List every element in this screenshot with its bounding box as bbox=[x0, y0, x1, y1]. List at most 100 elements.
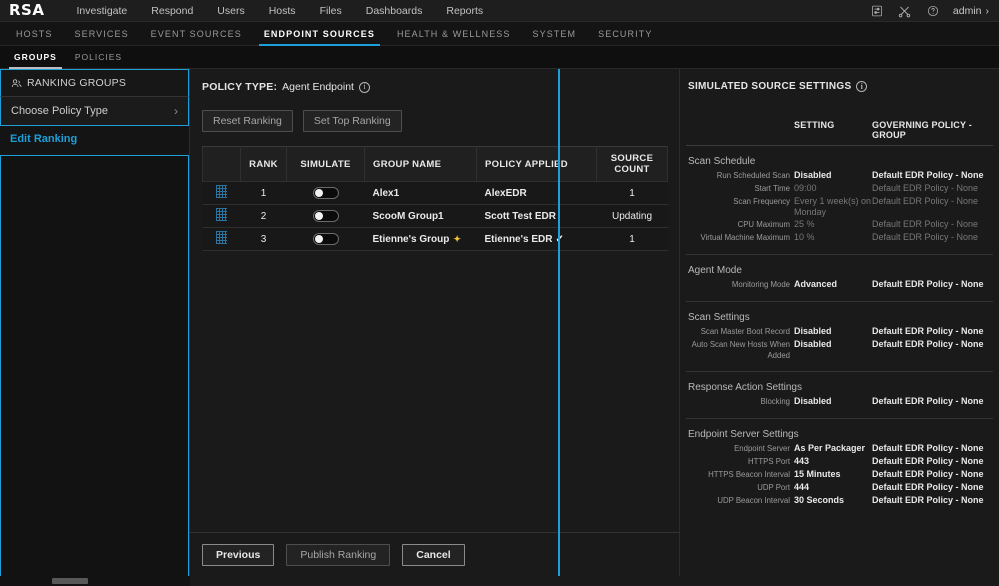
topnav-item-users[interactable]: Users bbox=[205, 0, 256, 22]
settings-row: Blocking Disabled Default EDR Policy - Non… bbox=[686, 396, 993, 408]
workspace: RANKING GROUPS Choose Policy Type › Edit… bbox=[0, 69, 999, 576]
info-icon[interactable]: i bbox=[856, 81, 868, 92]
rank-cell: 2 bbox=[240, 204, 287, 228]
topnav-item-investigate[interactable]: Investigate bbox=[64, 0, 139, 22]
subnav-item-event-sources[interactable]: EVENT SOURCES bbox=[140, 22, 253, 46]
cancel-button[interactable]: Cancel bbox=[402, 543, 465, 566]
tab-groups[interactable]: GROUPS bbox=[5, 46, 66, 69]
row-drag-cell bbox=[202, 227, 241, 251]
publish-ranking-button[interactable]: Publish Ranking bbox=[286, 543, 391, 566]
subnav-item-endpoint-sources[interactable]: ENDPOINT SOURCES bbox=[253, 22, 386, 46]
settings-row: Endpoint Server As Per Packager Default ED… bbox=[686, 443, 993, 455]
setting-label: UDP Port bbox=[757, 483, 790, 492]
rank-cell: 1 bbox=[240, 181, 287, 205]
edit-ranking-link[interactable]: Edit Ranking bbox=[0, 126, 189, 152]
top-header-bar: RSA Investigate Respond Users Hosts Files Das… bbox=[0, 0, 999, 22]
governing-policy-value: Default EDR Policy - None bbox=[872, 396, 984, 406]
sidebar-header-label: RANKING GROUPS bbox=[27, 77, 127, 89]
governing-policy-value: Default EDR Policy - None bbox=[872, 339, 984, 349]
right-panel-column-headers: SETTING GOVERNING POLICY - GROUP bbox=[686, 120, 993, 146]
set-top-ranking-button[interactable]: Set Top Ranking bbox=[302, 110, 402, 132]
table-header-row: RANK SIMULATE GROUP NAME POLICY APPLIED … bbox=[202, 146, 668, 182]
scrollbar-thumb[interactable] bbox=[52, 578, 88, 584]
sidebar-header: RANKING GROUPS bbox=[0, 69, 189, 97]
previous-button[interactable]: Previous bbox=[202, 543, 275, 566]
group-icon bbox=[11, 78, 22, 89]
tab-policies[interactable]: POLICIES bbox=[66, 46, 131, 69]
section-tabbar: GROUPS POLICIES bbox=[0, 46, 999, 69]
setting-value: 443 bbox=[794, 456, 810, 466]
setting-label: Auto Scan New Hosts When Added bbox=[691, 340, 790, 360]
settings-section: Agent Mode Monitoring Mode Advanced Default… bbox=[686, 254, 993, 291]
topnav-item-respond[interactable]: Respond bbox=[139, 0, 205, 22]
col-simulate[interactable]: SIMULATE bbox=[286, 146, 365, 182]
settings-section-title: Response Action Settings bbox=[688, 382, 802, 393]
settings-row: UDP Port 444 Default EDR Policy - None bbox=[686, 482, 993, 494]
subnav-item-services[interactable]: SERVICES bbox=[64, 22, 140, 46]
group-name-text: Alex1 bbox=[372, 187, 400, 199]
choose-policy-type-selector[interactable]: Choose Policy Type › bbox=[0, 97, 189, 126]
drag-handle-icon[interactable] bbox=[216, 208, 227, 221]
ranking-table-body: 1 Alex1 AlexEDR 1 2 ScooM Group1 Scott Test ED… bbox=[202, 181, 668, 251]
governing-policy-value: Default EDR Policy - None bbox=[872, 482, 984, 492]
settings-section-title: Endpoint Server Settings bbox=[688, 429, 799, 440]
subnav-item-hosts[interactable]: HOSTS bbox=[5, 22, 64, 46]
col-rank[interactable]: RANK bbox=[240, 146, 287, 182]
col-source-count[interactable]: SOURCE COUNT bbox=[596, 146, 668, 182]
setting-value: 10 % bbox=[794, 232, 815, 242]
simulate-toggle[interactable] bbox=[312, 233, 339, 245]
subnav-item-system[interactable]: SYSTEM bbox=[522, 22, 588, 46]
help-icon[interactable] bbox=[919, 0, 947, 22]
governing-policy-value: Default EDR Policy - None bbox=[872, 232, 979, 242]
settings-section: Endpoint Server Settings Endpoint Server A… bbox=[686, 418, 993, 507]
setting-label: Endpoint Server bbox=[734, 444, 790, 453]
horizontal-scrollbar[interactable] bbox=[0, 576, 190, 586]
reset-ranking-button[interactable]: Reset Ranking bbox=[202, 110, 293, 132]
subnav-item-health-wellness[interactable]: HEALTH & WELLNESS bbox=[386, 22, 522, 46]
settings-row: Start Time 09:00 Default EDR Policy - None bbox=[686, 183, 993, 195]
settings-row: Scan Master Boot Record Disabled Default E… bbox=[686, 326, 993, 338]
setting-label: HTTPS Port bbox=[747, 457, 790, 466]
policy-applied-cell: Scott Test EDR bbox=[476, 204, 597, 228]
edit-ranking-label: Edit Ranking bbox=[10, 133, 78, 145]
info-icon[interactable]: i bbox=[358, 81, 370, 93]
settings-row: HTTPS Beacon Interval 15 Minutes Default E… bbox=[686, 469, 993, 481]
chevron-right-icon: › bbox=[174, 104, 178, 118]
tools-icon[interactable] bbox=[891, 0, 919, 22]
governing-policy-value: Default EDR Policy - None bbox=[872, 170, 984, 180]
user-menu[interactable]: admin › bbox=[947, 5, 993, 17]
table-row[interactable]: 3Etienne's Group✦Etienne's EDR✓1 bbox=[202, 227, 668, 251]
ranking-table: RANK SIMULATE GROUP NAME POLICY APPLIED … bbox=[202, 146, 668, 251]
setting-value: Advanced bbox=[794, 279, 838, 289]
setting-label: Scan Frequency bbox=[733, 197, 790, 206]
simulate-toggle[interactable] bbox=[312, 210, 339, 222]
policy-type-label: POLICY TYPE: bbox=[202, 81, 278, 93]
top-right-actions: admin › bbox=[863, 0, 993, 22]
tasks-icon[interactable] bbox=[863, 0, 891, 22]
table-row[interactable]: 1 Alex1 AlexEDR 1 bbox=[202, 181, 668, 205]
drag-handle-icon[interactable] bbox=[216, 185, 227, 198]
settings-row: HTTPS Port 443 Default EDR Policy - None bbox=[686, 456, 993, 468]
footer-actions: Previous Publish Ranking Cancel bbox=[190, 532, 679, 576]
subnav-item-security[interactable]: SECURITY bbox=[587, 22, 663, 46]
settings-row: Scan Frequency Every 1 week(s) on Monday D… bbox=[686, 196, 993, 218]
right-panel-sections: Scan Schedule Run Scheduled Scan Disabled D… bbox=[686, 156, 993, 507]
governing-policy-value: Default EDR Policy - None bbox=[872, 183, 979, 193]
table-row[interactable]: 2 ScooM Group1 Scott Test EDR Updating bbox=[202, 204, 668, 228]
sparkle-badge-icon: ✦ bbox=[453, 233, 461, 244]
topnav-item-hosts[interactable]: Hosts bbox=[257, 0, 308, 22]
settings-row: CPU Maximum 25 % Default EDR Policy - None bbox=[686, 219, 993, 231]
col-group-name[interactable]: GROUP NAME bbox=[364, 146, 477, 182]
governing-policy-value: Default EDR Policy - None bbox=[872, 443, 984, 453]
topnav-item-reports[interactable]: Reports bbox=[434, 0, 495, 22]
simulate-toggle[interactable] bbox=[312, 187, 339, 199]
topnav-item-files[interactable]: Files bbox=[308, 0, 354, 22]
panel-accent-divider bbox=[558, 69, 560, 576]
col-policy-applied[interactable]: POLICY APPLIED bbox=[476, 146, 597, 182]
settings-section-title: Scan Settings bbox=[688, 312, 750, 323]
drag-handle-icon[interactable] bbox=[216, 231, 227, 244]
choose-policy-type-label: Choose Policy Type bbox=[11, 105, 109, 117]
topnav-item-dashboards[interactable]: Dashboards bbox=[354, 0, 435, 22]
right-panel-title: SIMULATED SOURCE SETTINGS bbox=[688, 81, 852, 92]
rp-col-governing: GOVERNING POLICY - GROUP bbox=[872, 120, 972, 140]
